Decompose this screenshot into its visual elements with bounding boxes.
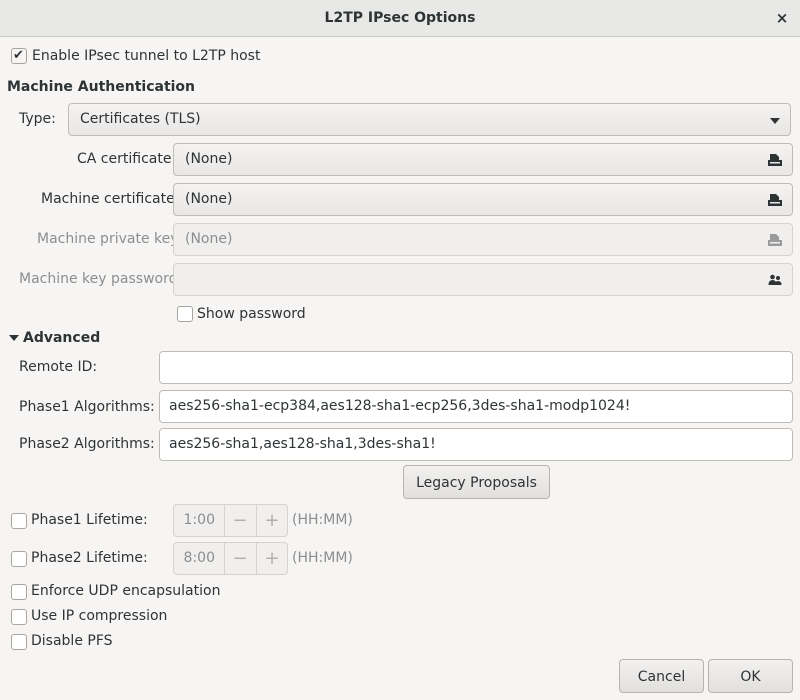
type-combo-value: Certificates (TLS)	[80, 111, 201, 127]
phase2-alg-value: aes256-sha1,aes128-sha1,3des-sha1!	[169, 436, 436, 452]
type-label: Type:	[19, 111, 56, 127]
ok-button[interactable]: OK	[708, 659, 793, 693]
enable-ipsec-label[interactable]: Enable IPsec tunnel to L2TP host	[32, 46, 260, 66]
machine-cert-label: Machine certificate	[41, 191, 175, 207]
ca-cert-chooser[interactable]: (None)	[173, 143, 793, 176]
document-open-icon	[768, 234, 782, 246]
phase1-alg-input[interactable]: aes256-sha1-ecp384,aes128-sha1-ecp256,3d…	[159, 390, 793, 423]
check-icon: ✔	[13, 48, 24, 63]
key-password-label: Machine key password	[19, 271, 178, 287]
phase1-lifetime-label[interactable]: Phase1 Lifetime:	[31, 510, 148, 530]
type-combo[interactable]: Certificates (TLS)	[68, 103, 791, 136]
phase1-alg-label: Phase1 Algorithms:	[19, 399, 155, 415]
phase2-lifetime-label[interactable]: Phase2 Lifetime:	[31, 548, 148, 568]
window-title: L2TP IPsec Options	[324, 10, 476, 26]
ip-compression-checkbox[interactable]	[11, 609, 27, 625]
cancel-button[interactable]: Cancel	[619, 659, 704, 693]
machine-auth-heading: Machine Authentication	[7, 79, 196, 95]
enforce-udp-label[interactable]: Enforce UDP encapsulation	[31, 581, 220, 601]
private-key-chooser[interactable]: (None)	[173, 223, 793, 256]
ip-compression-label[interactable]: Use IP compression	[31, 606, 167, 626]
enforce-udp-checkbox[interactable]	[11, 584, 27, 600]
phase1-lifetime-spin[interactable]: 1:00 − +	[173, 504, 288, 537]
minus-icon[interactable]: −	[224, 505, 256, 536]
phase2-lifetime-checkbox[interactable]	[11, 551, 27, 567]
remote-id-label: Remote ID:	[19, 359, 98, 375]
phase2-lifetime-value: 8:00	[183, 550, 215, 566]
phase2-lifetime-spin[interactable]: 8:00 − +	[173, 542, 288, 575]
key-password-field[interactable]	[173, 263, 793, 296]
enable-ipsec-checkbox[interactable]: ✔	[11, 48, 27, 64]
phase2-alg-input[interactable]: aes256-sha1,aes128-sha1,3des-sha1!	[159, 428, 793, 461]
expander-arrow-icon[interactable]	[9, 335, 19, 341]
show-password-label[interactable]: Show password	[197, 304, 306, 324]
phase1-lifetime-unit: (HH:MM)	[292, 512, 353, 528]
close-icon[interactable]: ×	[772, 7, 792, 29]
show-password-checkbox[interactable]	[177, 306, 193, 322]
minus-icon[interactable]: −	[224, 543, 256, 574]
plus-icon[interactable]: +	[256, 543, 288, 574]
ca-cert-value: (None)	[185, 151, 233, 167]
ca-cert-label: CA certificate	[77, 151, 172, 167]
document-open-icon	[768, 154, 782, 166]
phase1-lifetime-value: 1:00	[183, 512, 215, 528]
private-key-label: Machine private key	[37, 231, 179, 247]
disable-pfs-label[interactable]: Disable PFS	[31, 631, 113, 651]
machine-cert-value: (None)	[185, 191, 233, 207]
private-key-value: (None)	[185, 231, 233, 247]
legacy-proposals-button[interactable]: Legacy Proposals	[403, 465, 550, 499]
phase1-lifetime-checkbox[interactable]	[11, 513, 27, 529]
phase2-alg-label: Phase2 Algorithms:	[19, 436, 155, 452]
chevron-down-icon	[770, 118, 780, 124]
remote-id-input[interactable]	[159, 351, 793, 384]
machine-cert-chooser[interactable]: (None)	[173, 183, 793, 216]
advanced-heading[interactable]: Advanced	[23, 328, 100, 348]
phase1-alg-value: aes256-sha1-ecp384,aes128-sha1-ecp256,3d…	[169, 398, 631, 414]
disable-pfs-checkbox[interactable]	[11, 634, 27, 650]
document-open-icon	[768, 194, 782, 206]
plus-icon[interactable]: +	[256, 505, 288, 536]
user-password-icon[interactable]	[768, 273, 782, 287]
phase2-lifetime-unit: (HH:MM)	[292, 550, 353, 566]
